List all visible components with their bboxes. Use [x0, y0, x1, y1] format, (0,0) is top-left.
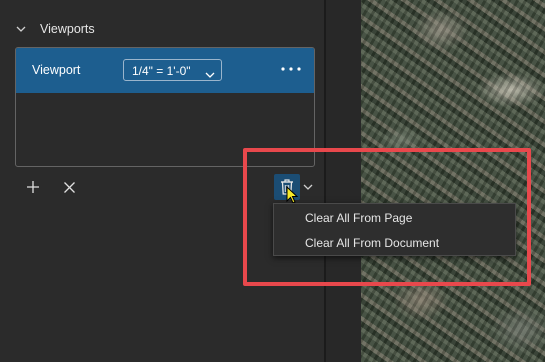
x-icon — [63, 181, 75, 193]
plus-icon — [27, 181, 39, 193]
delete-menu: Clear All From Page Clear All From Docum… — [273, 203, 516, 256]
remove-viewport-button[interactable] — [60, 178, 78, 196]
scale-value: 1/4" = 1'-0" — [132, 64, 191, 78]
section-title: Viewports — [40, 22, 95, 36]
page-margin — [326, 0, 361, 362]
viewport-list: Viewport 1/4" = 1'-0" — [15, 47, 315, 167]
ellipsis-icon — [281, 67, 301, 71]
menu-item-clear-page[interactable]: Clear All From Page — [274, 205, 515, 230]
viewport-row[interactable]: Viewport 1/4" = 1'-0" — [16, 48, 314, 93]
add-viewport-button[interactable] — [24, 178, 42, 196]
scale-select[interactable]: 1/4" = 1'-0" — [123, 59, 222, 81]
viewports-panel: Viewports Viewport 1/4" = 1'-0" — [0, 0, 324, 362]
viewports-section-header[interactable]: Viewports — [16, 18, 95, 40]
viewport-name: Viewport — [32, 63, 81, 77]
chevron-down-icon — [205, 66, 215, 84]
menu-item-clear-document[interactable]: Clear All From Document — [274, 230, 515, 255]
chevron-down-icon — [303, 184, 313, 190]
more-options-button[interactable] — [280, 62, 302, 76]
delete-dropdown-chevron[interactable] — [302, 182, 314, 192]
document-image — [361, 0, 545, 362]
chevron-down-icon[interactable] — [16, 24, 26, 34]
